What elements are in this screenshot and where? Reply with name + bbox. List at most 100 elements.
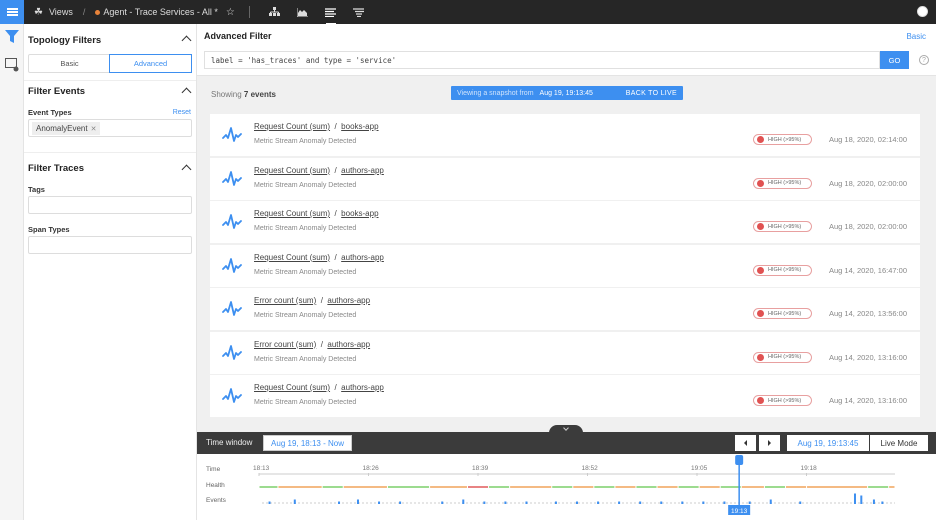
severity-badge: HIGH (>95%)	[753, 395, 812, 406]
query-input[interactable]: label = 'has_traces' and type = 'service…	[204, 51, 880, 69]
metric-anomaly-icon	[222, 214, 242, 229]
severity-label: HIGH (>95%)	[768, 136, 802, 143]
views-icon: ☘	[34, 6, 43, 18]
arrow-right-icon	[768, 440, 771, 446]
menu-button[interactable]	[0, 0, 24, 24]
help-icon[interactable]: ?	[919, 55, 929, 65]
event-marker	[702, 501, 705, 504]
title-separator: /	[332, 252, 339, 262]
time-tick-label: 18:52	[582, 465, 599, 472]
collapse-filter-traces-icon[interactable]	[181, 164, 192, 175]
mode-advanced-button[interactable]: Advanced	[109, 54, 192, 73]
metric-link[interactable]: Request Count (sum)	[254, 253, 330, 262]
timeline-chart[interactable]: 18:13 18:26 18:39 18:52 19:05 19:18 19:13	[197, 454, 936, 520]
event-row[interactable]: Request Count (sum) / authors-app Metric…	[210, 157, 920, 200]
metric-link[interactable]: Request Count (sum)	[254, 383, 330, 392]
mode-basic-button[interactable]: Basic	[29, 55, 110, 72]
event-marker	[799, 501, 802, 504]
severity-dot	[757, 353, 764, 361]
topology-icon[interactable]	[267, 4, 283, 20]
filter-icon[interactable]	[5, 30, 19, 49]
metric-anomaly-icon	[222, 257, 242, 273]
visualization-settings-icon[interactable]	[5, 58, 19, 77]
topology-mode-toggle: Basic Advanced	[28, 54, 192, 73]
metric-anomaly-icon	[222, 127, 242, 142]
event-subtitle: Metric Stream Anomaly Detected	[254, 355, 357, 363]
event-row[interactable]: Error count (sum) / authors-app Metric S…	[210, 331, 920, 374]
live-mode-button[interactable]: Live Mode	[870, 435, 928, 451]
metric-link[interactable]: Request Count (sum)	[254, 209, 330, 218]
back-to-live-button[interactable]: BACK TO LIVE	[626, 90, 677, 97]
metric-anomaly-icon	[222, 170, 242, 186]
event-marker	[660, 501, 663, 504]
collapse-topology-filters-icon[interactable]	[181, 35, 192, 46]
component-link[interactable]: authors-app	[327, 340, 370, 349]
component-link[interactable]: authors-app	[341, 253, 384, 262]
event-row[interactable]: Request Count (sum) / authors-app Metric…	[210, 375, 920, 417]
traces-icon[interactable]	[351, 4, 367, 20]
event-row[interactable]: Request Count (sum) / books-app Metric S…	[210, 114, 920, 156]
breadcrumb: ☘ Views / Agent - Trace Services - All *…	[34, 0, 370, 25]
basic-filter-link[interactable]: Basic	[906, 32, 926, 41]
event-row[interactable]: Error count (sum) / authors-app Metric S…	[210, 288, 920, 330]
event-title: Request Count (sum) / books-app	[254, 122, 379, 131]
event-types-input[interactable]: AnomalyEvent ✕	[28, 119, 192, 137]
component-link[interactable]: books-app	[341, 209, 378, 218]
time-tick-label: 18:39	[472, 465, 489, 472]
events-list: Request Count (sum) / books-app Metric S…	[210, 114, 920, 419]
go-button[interactable]: GO	[880, 51, 909, 69]
event-row[interactable]: Request Count (sum) / books-app Metric S…	[210, 201, 920, 243]
event-marker	[681, 501, 684, 504]
metric-link[interactable]: Error count (sum)	[254, 296, 316, 305]
metric-link[interactable]: Request Count (sum)	[254, 166, 330, 175]
event-subtitle: Metric Stream Anomaly Detected	[254, 399, 357, 406]
event-row[interactable]: Request Count (sum) / authors-app Metric…	[210, 244, 920, 287]
events-list-icon[interactable]	[323, 4, 339, 25]
views-link[interactable]: Views	[49, 7, 73, 17]
user-icon[interactable]	[917, 6, 928, 17]
severity-dot	[757, 266, 764, 274]
collapse-filter-events-icon[interactable]	[181, 87, 192, 98]
top-bar: ☘ Views / Agent - Trace Services - All *…	[0, 0, 936, 25]
event-marker	[441, 501, 444, 504]
event-title: Error count (sum) / authors-app	[254, 340, 370, 349]
component-link[interactable]: authors-app	[327, 296, 370, 305]
step-back-button[interactable]	[735, 435, 756, 451]
component-link[interactable]: authors-app	[341, 383, 384, 392]
title-separator: /	[332, 209, 339, 218]
component-link[interactable]: books-app	[341, 122, 378, 131]
event-marker	[525, 501, 528, 504]
severity-badge: HIGH (>95%)	[753, 351, 812, 363]
event-marker	[576, 501, 578, 504]
event-marker	[399, 501, 402, 504]
event-time: Aug 14, 2020, 13:16:00	[829, 352, 907, 362]
view-name[interactable]: Agent - Trace Services - All *	[95, 7, 218, 17]
event-types-label: Event Types	[28, 108, 72, 117]
event-subtitle: Metric Stream Anomaly Detected	[254, 225, 357, 232]
event-time: Aug 14, 2020, 16:47:00	[829, 265, 907, 275]
severity-dot	[757, 179, 764, 187]
event-subtitle: Metric Stream Anomaly Detected	[254, 181, 357, 189]
snapshot-time: Aug 19, 19:13:45	[539, 89, 593, 97]
severity-dot	[757, 223, 764, 230]
time-tick-label: 18:13	[253, 465, 270, 472]
reset-event-types-link[interactable]: Reset	[173, 109, 191, 116]
remove-chip-icon[interactable]: ✕	[91, 125, 97, 133]
timeline: Time Health Events 18:13 18:26 18:39 18:52 1…	[197, 454, 936, 520]
span-types-input[interactable]	[28, 236, 192, 254]
step-forward-button[interactable]	[759, 435, 780, 451]
event-marker	[356, 499, 359, 504]
time-window-range-button[interactable]: Aug 19, 18:13 - Now	[263, 435, 352, 451]
star-icon[interactable]: ☆	[226, 7, 235, 18]
time-cursor-label: 19:13	[731, 508, 748, 515]
breadcrumb-separator: /	[82, 7, 86, 17]
metric-link[interactable]: Error count (sum)	[254, 340, 316, 349]
component-link[interactable]: authors-app	[341, 166, 384, 175]
current-time-display[interactable]: Aug 19, 19:13:45	[787, 435, 869, 451]
metric-link[interactable]: Request Count (sum)	[254, 122, 330, 131]
area-chart-icon[interactable]	[295, 4, 311, 20]
snapshot-banner: Viewing a snapshot from Aug 19, 19:13:45…	[451, 86, 683, 100]
tags-input[interactable]	[28, 196, 192, 214]
event-marker	[881, 501, 884, 504]
event-marker	[618, 501, 621, 504]
